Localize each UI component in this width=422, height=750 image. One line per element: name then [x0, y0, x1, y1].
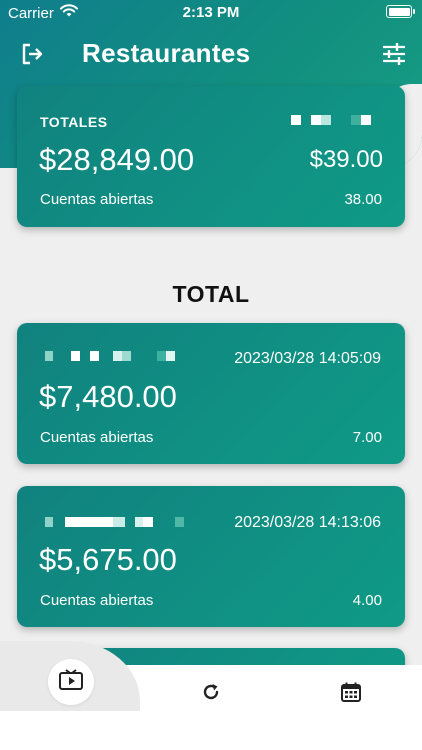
refresh-icon: [200, 681, 222, 708]
card-datetime: 2023/03/28 14:05:09: [234, 350, 381, 367]
page-title: Restaurantes: [82, 38, 251, 68]
card-amount: $7,480.00: [39, 379, 177, 414]
calendar-icon: [340, 681, 362, 708]
card-amount: $5,675.00: [39, 542, 177, 577]
restaurant-card[interactable]: 2023/03/28 14:05:09 $7,480.00 Cuentas ab…: [17, 323, 405, 464]
open-accounts-label: Cuentas abiertas: [40, 429, 154, 446]
open-accounts-label: Cuentas abiertas: [40, 191, 154, 208]
redacted-name-mask: [291, 115, 371, 125]
redacted-name-mask: [45, 351, 175, 361]
totals-card[interactable]: TOTALES $28,849.00 $39.00 Cuentas abiert…: [17, 86, 405, 227]
logout-icon[interactable]: [18, 40, 46, 68]
tab-refresh[interactable]: [189, 672, 233, 716]
tab-calendar[interactable]: [329, 672, 373, 716]
sliders-icon[interactable]: [380, 40, 408, 68]
redacted-name-mask: [45, 517, 184, 527]
tab-bar: [0, 641, 422, 750]
open-accounts-value: 4.00: [352, 592, 382, 609]
tab-live[interactable]: [48, 659, 94, 705]
restaurant-card[interactable]: 2023/03/28 14:13:06 $5,675.00 Cuentas ab…: [17, 486, 405, 627]
open-accounts-value: 38.00: [344, 191, 382, 208]
status-time: 2:13 PM: [182, 4, 240, 21]
navigation-bar: Restaurantes: [0, 30, 422, 78]
card-datetime: 2023/03/28 14:13:06: [234, 514, 381, 531]
totals-label: TOTALES: [40, 114, 108, 130]
open-accounts-label: Cuentas abiertas: [40, 592, 154, 609]
totals-secondary-amount: $39.00: [309, 146, 383, 173]
battery-icon: [386, 5, 415, 18]
open-accounts-value: 7.00: [352, 429, 382, 446]
tv-play-icon: [58, 668, 84, 697]
section-title: TOTAL: [172, 281, 250, 307]
totals-amount: $28,849.00: [39, 142, 195, 177]
status-bar: Carrier 2:13 PM: [0, 0, 422, 26]
